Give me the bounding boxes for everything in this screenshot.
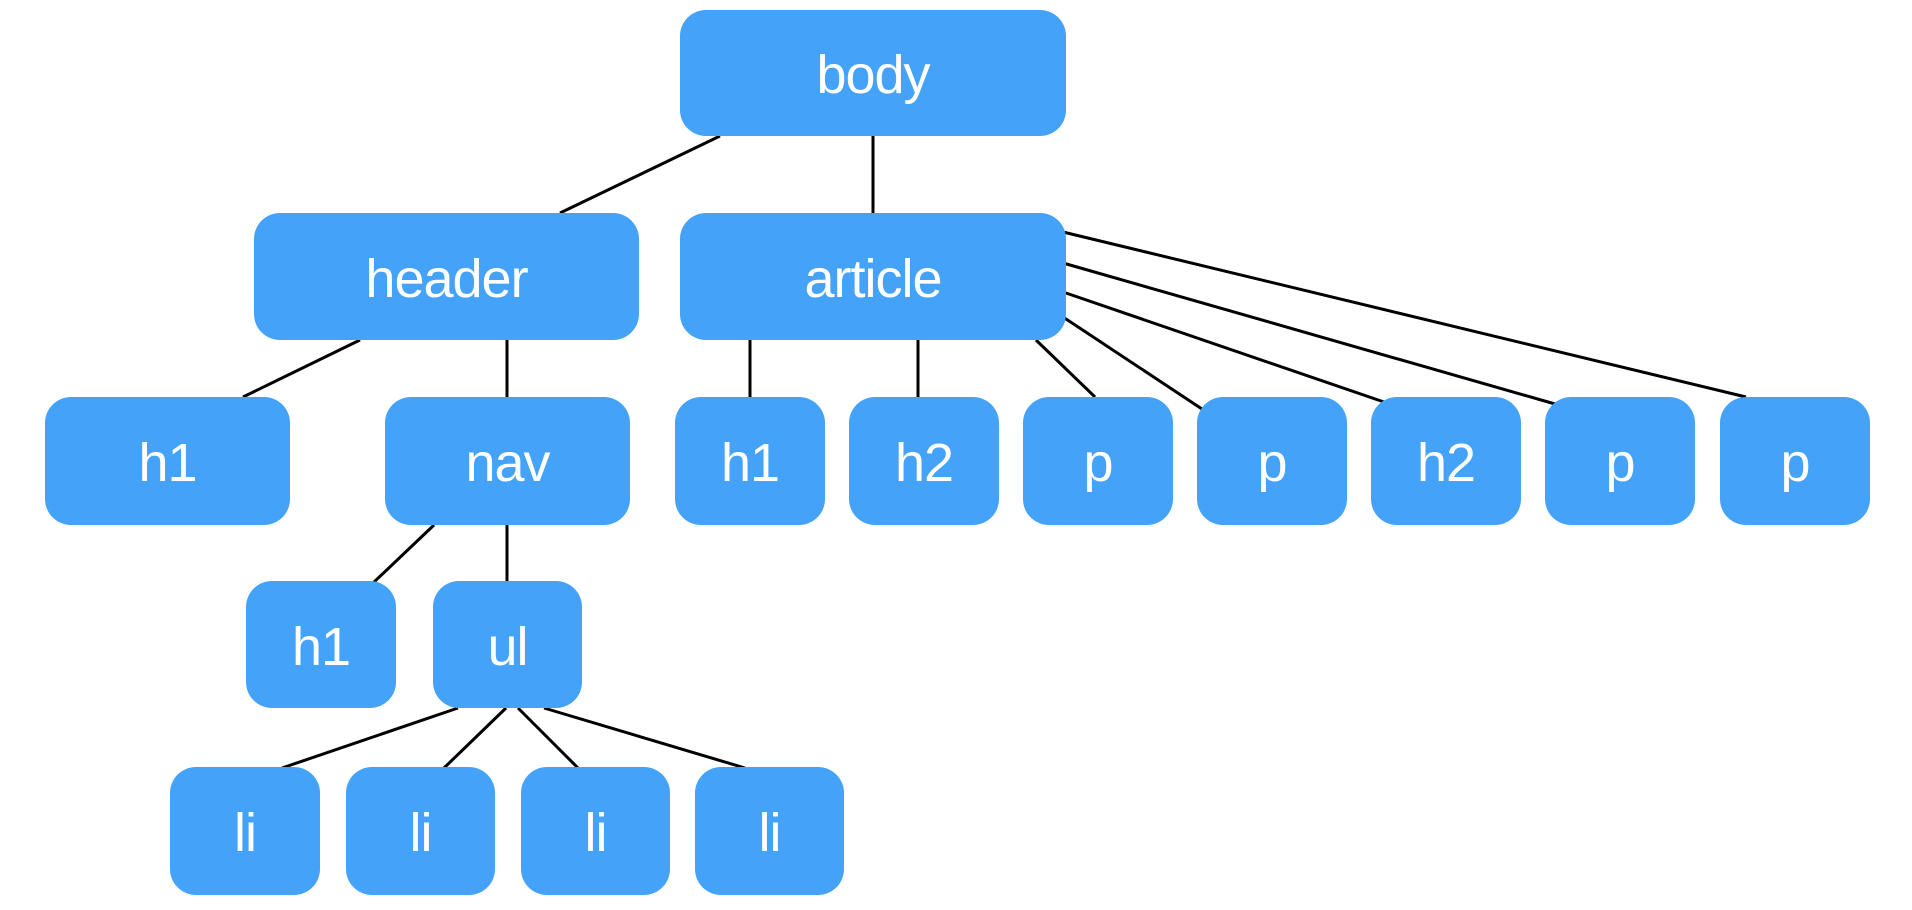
node-label: li — [409, 803, 433, 863]
node-article: article — [680, 213, 1066, 340]
node-label: h2 — [1416, 433, 1476, 493]
node-article-p-1: p — [1023, 397, 1173, 525]
node-article-h1: h1 — [675, 397, 825, 525]
edge-article-to-article-p-1 — [1034, 338, 1097, 399]
node-label: p — [1605, 433, 1635, 493]
node-nav-h1: h1 — [246, 581, 396, 708]
node-label: h1 — [720, 433, 780, 493]
node-label: h1 — [138, 433, 197, 493]
node-nav: nav — [385, 397, 630, 525]
node-article-h2-1: h2 — [849, 397, 999, 525]
node-label: p — [1780, 433, 1810, 493]
node-label: nav — [465, 433, 550, 493]
node-label: article — [804, 248, 942, 309]
dom-tree-diagram: body header article h1 nav h1 h2 p p h2 p p h1 ul li li… — [0, 0, 1912, 910]
node-article-p-2: p — [1197, 397, 1347, 525]
node-label: h1 — [291, 616, 351, 677]
node-label: li — [234, 803, 257, 863]
edge-ul-to-li-4 — [543, 706, 746, 770]
edge-ul-to-li-1 — [281, 706, 459, 770]
node-label: body — [816, 45, 930, 105]
edge-body-to-header — [559, 134, 721, 215]
node-article-p-3: p — [1545, 397, 1695, 525]
node-header: header — [254, 213, 639, 340]
edge-ul-to-li-2 — [442, 706, 508, 770]
node-li-3: li — [521, 767, 670, 895]
edge-article-to-article-p-4 — [1062, 230, 1747, 399]
node-body: body — [680, 10, 1066, 136]
node-article-h2-2: h2 — [1371, 397, 1521, 525]
edge-header-to-header-h1 — [242, 338, 361, 399]
node-li-4: li — [695, 767, 844, 895]
node-label: p — [1257, 433, 1287, 493]
node-header-h1: h1 — [45, 397, 290, 525]
node-label: h2 — [894, 433, 954, 493]
node-article-p-4: p — [1720, 397, 1870, 525]
node-li-1: li — [170, 767, 320, 895]
node-ul: ul — [433, 581, 582, 708]
node-label: li — [584, 803, 608, 863]
node-label: header — [365, 248, 528, 309]
node-label: ul — [487, 616, 528, 677]
edge-nav-to-nav-h1 — [371, 523, 436, 585]
node-label: p — [1083, 433, 1113, 493]
node-li-2: li — [346, 767, 495, 895]
node-label: li — [758, 803, 782, 863]
